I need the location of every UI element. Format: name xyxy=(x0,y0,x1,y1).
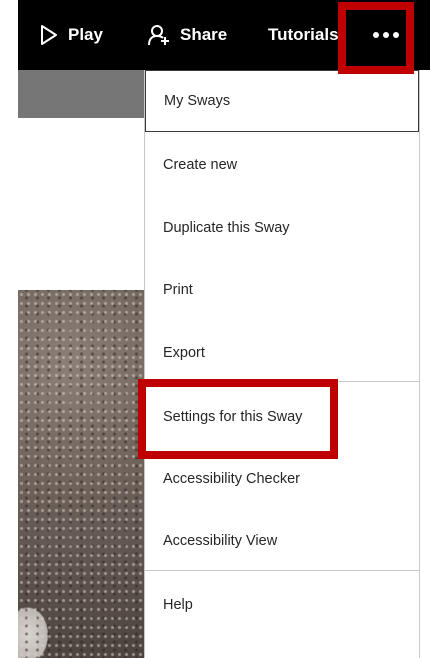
menu-item-print[interactable]: Print xyxy=(145,259,419,321)
menu-separator xyxy=(145,570,419,571)
play-button[interactable]: Play xyxy=(40,0,103,70)
menu-item-label: Duplicate this Sway xyxy=(163,220,290,236)
menu-item-help[interactable]: Help xyxy=(145,574,419,636)
menu-item-duplicate[interactable]: Duplicate this Sway xyxy=(145,197,419,259)
menu-item-accessibility-checker[interactable]: Accessibility Checker xyxy=(145,448,419,510)
tutorials-button[interactable]: Tutorials xyxy=(268,0,339,70)
canvas-blank-area xyxy=(18,118,144,290)
top-toolbar: Play Share Tutorials xyxy=(18,0,430,70)
menu-item-label: Accessibility View xyxy=(163,533,278,549)
menu-item-settings[interactable]: Settings for this Sway xyxy=(145,386,419,448)
share-label: Share xyxy=(180,25,228,44)
menu-item-accessibility-view[interactable]: Accessibility View xyxy=(145,510,419,572)
menu-item-label: My Sways xyxy=(164,93,231,109)
menu-item-label: Settings for this Sway xyxy=(163,409,303,425)
share-icon xyxy=(148,24,170,46)
menu-item-label: Accessibility Checker xyxy=(163,471,300,487)
menu-item-my-sways[interactable]: My Sways xyxy=(145,70,419,132)
more-options-icon xyxy=(372,32,399,38)
share-button[interactable]: Share xyxy=(148,0,227,70)
menu-item-label: Print xyxy=(163,282,193,298)
play-icon xyxy=(40,25,58,45)
menu-item-label: Create new xyxy=(163,157,238,173)
menu-item-create-new[interactable]: Create new xyxy=(145,134,419,196)
menu-item-label: Export xyxy=(163,345,205,361)
more-options-button[interactable] xyxy=(353,0,418,70)
background-photo xyxy=(18,290,144,658)
menu-item-label: Help xyxy=(163,597,193,613)
ribbon-band xyxy=(18,70,144,118)
play-label: Play xyxy=(68,25,103,44)
more-options-menu: My Sways Create new Duplicate this Sway … xyxy=(144,70,420,658)
tutorials-label: Tutorials xyxy=(268,25,339,44)
menu-item-export[interactable]: Export xyxy=(145,322,419,384)
menu-separator xyxy=(145,381,419,382)
